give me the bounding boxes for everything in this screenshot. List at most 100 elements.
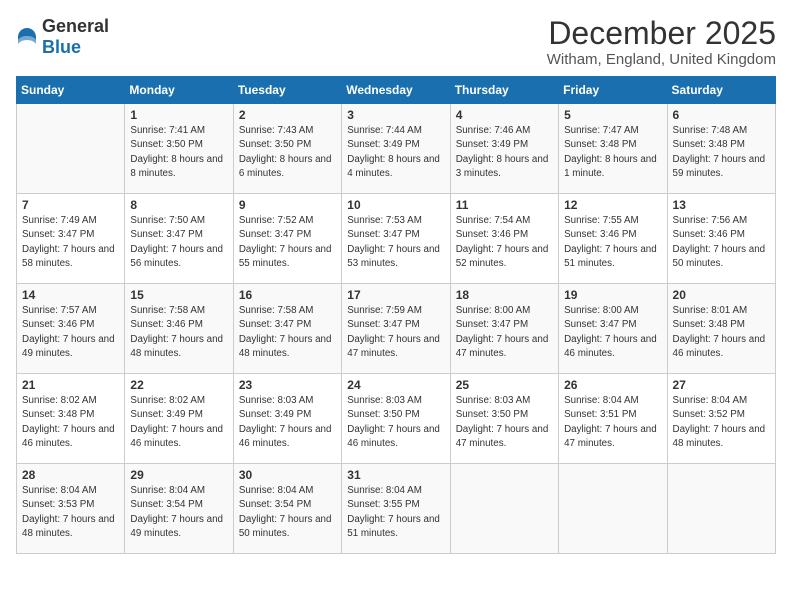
day-number: 10 xyxy=(347,198,444,212)
calendar-body: 1 Sunrise: 7:41 AMSunset: 3:50 PMDaylight… xyxy=(17,104,776,554)
calendar-cell: 16 Sunrise: 7:58 AMSunset: 3:47 PMDayligh… xyxy=(233,284,341,374)
day-number: 17 xyxy=(347,288,444,302)
calendar-cell: 29 Sunrise: 8:04 AMSunset: 3:54 PMDayligh… xyxy=(125,464,233,554)
day-number: 26 xyxy=(564,378,661,392)
weekday-header-cell: Wednesday xyxy=(342,77,450,104)
day-info: Sunrise: 8:04 AMSunset: 3:51 PMDaylight:… xyxy=(564,394,661,451)
day-number: 22 xyxy=(130,378,227,392)
day-number: 25 xyxy=(456,378,553,392)
day-number: 28 xyxy=(22,468,119,482)
day-number: 15 xyxy=(130,288,227,302)
calendar-week-row: 28 Sunrise: 8:04 AMSunset: 3:53 PMDayligh… xyxy=(17,464,776,554)
calendar-cell: 18Sunrise: 8:00 AMSunset: 3:47 PMDayligh… xyxy=(450,284,558,374)
day-info: Sunrise: 8:03 AMSunset: 3:50 PMDaylight:… xyxy=(456,394,553,451)
day-info: Sunrise: 7:52 AMSunset: 3:47 PMDaylight:… xyxy=(239,214,336,271)
day-info: Sunrise: 8:04 AMSunset: 3:55 PMDaylight:… xyxy=(347,484,444,541)
weekday-header-cell: Sunday xyxy=(17,77,125,104)
day-number: 5 xyxy=(564,108,661,122)
day-info: Sunrise: 8:03 AMSunset: 3:49 PMDaylight:… xyxy=(239,394,336,451)
calendar-cell: 17Sunrise: 7:59 AMSunset: 3:47 PMDayligh… xyxy=(342,284,450,374)
day-info: Sunrise: 7:49 AMSunset: 3:47 PMDaylight:… xyxy=(22,214,119,271)
day-number: 30 xyxy=(239,468,336,482)
calendar-cell: 13Sunrise: 7:56 AMSunset: 3:46 PMDayligh… xyxy=(667,194,775,284)
calendar-cell: 5 Sunrise: 7:47 AMSunset: 3:48 PMDaylight… xyxy=(559,104,667,194)
day-info: Sunrise: 7:58 AMSunset: 3:46 PMDaylight:… xyxy=(130,304,227,361)
day-info: Sunrise: 8:04 AMSunset: 3:54 PMDaylight:… xyxy=(130,484,227,541)
calendar-week-row: 14 Sunrise: 7:57 AMSunset: 3:46 PMDayligh… xyxy=(17,284,776,374)
calendar-cell xyxy=(667,464,775,554)
calendar-cell xyxy=(17,104,125,194)
month-title: December 2025 xyxy=(547,16,776,51)
day-number: 16 xyxy=(239,288,336,302)
day-number: 27 xyxy=(673,378,770,392)
calendar-cell: 1 Sunrise: 7:41 AMSunset: 3:50 PMDaylight… xyxy=(125,104,233,194)
calendar-cell: 6Sunrise: 7:48 AMSunset: 3:48 PMDaylight… xyxy=(667,104,775,194)
calendar-cell: 12 Sunrise: 7:55 AMSunset: 3:46 PMDayligh… xyxy=(559,194,667,284)
calendar-cell: 21 Sunrise: 8:02 AMSunset: 3:48 PMDayligh… xyxy=(17,374,125,464)
day-info: Sunrise: 7:47 AMSunset: 3:48 PMDaylight:… xyxy=(564,124,661,181)
day-number: 9 xyxy=(239,198,336,212)
day-info: Sunrise: 7:55 AMSunset: 3:46 PMDaylight:… xyxy=(564,214,661,271)
calendar-cell: 23 Sunrise: 8:03 AMSunset: 3:49 PMDayligh… xyxy=(233,374,341,464)
day-info: Sunrise: 7:44 AMSunset: 3:49 PMDaylight:… xyxy=(347,124,444,181)
day-number: 1 xyxy=(130,108,227,122)
day-number: 31 xyxy=(347,468,444,482)
day-info: Sunrise: 7:50 AMSunset: 3:47 PMDaylight:… xyxy=(130,214,227,271)
day-info: Sunrise: 7:53 AMSunset: 3:47 PMDaylight:… xyxy=(347,214,444,271)
logo-text: General Blue xyxy=(42,16,109,58)
day-info: Sunrise: 7:58 AMSunset: 3:47 PMDaylight:… xyxy=(239,304,336,361)
day-info: Sunrise: 8:02 AMSunset: 3:49 PMDaylight:… xyxy=(130,394,227,451)
calendar-cell xyxy=(450,464,558,554)
calendar-cell: 19 Sunrise: 8:00 AMSunset: 3:47 PMDayligh… xyxy=(559,284,667,374)
day-number: 21 xyxy=(22,378,119,392)
day-number: 3 xyxy=(347,108,444,122)
day-number: 24 xyxy=(347,378,444,392)
calendar-week-row: 7Sunrise: 7:49 AMSunset: 3:47 PMDaylight… xyxy=(17,194,776,284)
weekday-header-row: SundayMondayTuesdayWednesdayThursdayFrid… xyxy=(17,77,776,104)
day-info: Sunrise: 7:54 AMSunset: 3:46 PMDaylight:… xyxy=(456,214,553,271)
day-number: 8 xyxy=(130,198,227,212)
weekday-header-cell: Tuesday xyxy=(233,77,341,104)
day-number: 11 xyxy=(456,198,553,212)
day-info: Sunrise: 8:00 AMSunset: 3:47 PMDaylight:… xyxy=(456,304,553,361)
calendar-cell: 20Sunrise: 8:01 AMSunset: 3:48 PMDayligh… xyxy=(667,284,775,374)
calendar-week-row: 1 Sunrise: 7:41 AMSunset: 3:50 PMDaylight… xyxy=(17,104,776,194)
day-info: Sunrise: 7:57 AMSunset: 3:46 PMDaylight:… xyxy=(22,304,119,361)
calendar-cell: 4Sunrise: 7:46 AMSunset: 3:49 PMDaylight… xyxy=(450,104,558,194)
day-info: Sunrise: 8:02 AMSunset: 3:48 PMDaylight:… xyxy=(22,394,119,451)
logo-icon xyxy=(16,26,38,48)
day-info: Sunrise: 8:04 AMSunset: 3:53 PMDaylight:… xyxy=(22,484,119,541)
day-info: Sunrise: 7:41 AMSunset: 3:50 PMDaylight:… xyxy=(130,124,227,181)
calendar-cell: 14 Sunrise: 7:57 AMSunset: 3:46 PMDayligh… xyxy=(17,284,125,374)
day-number: 12 xyxy=(564,198,661,212)
calendar-cell xyxy=(559,464,667,554)
day-number: 2 xyxy=(239,108,336,122)
weekday-header-cell: Monday xyxy=(125,77,233,104)
day-info: Sunrise: 8:01 AMSunset: 3:48 PMDaylight:… xyxy=(673,304,770,361)
calendar-cell: 31 Sunrise: 8:04 AMSunset: 3:55 PMDayligh… xyxy=(342,464,450,554)
calendar-cell: 26 Sunrise: 8:04 AMSunset: 3:51 PMDayligh… xyxy=(559,374,667,464)
title-block: December 2025 Witham, England, United Ki… xyxy=(547,16,776,68)
calendar-cell: 8 Sunrise: 7:50 AMSunset: 3:47 PMDaylight… xyxy=(125,194,233,284)
day-info: Sunrise: 7:48 AMSunset: 3:48 PMDaylight:… xyxy=(673,124,770,181)
calendar-cell: 10 Sunrise: 7:53 AMSunset: 3:47 PMDayligh… xyxy=(342,194,450,284)
calendar-cell: 2 Sunrise: 7:43 AMSunset: 3:50 PMDaylight… xyxy=(233,104,341,194)
day-number: 4 xyxy=(456,108,553,122)
day-info: Sunrise: 7:56 AMSunset: 3:46 PMDaylight:… xyxy=(673,214,770,271)
calendar-cell: 28 Sunrise: 8:04 AMSunset: 3:53 PMDayligh… xyxy=(17,464,125,554)
day-number: 14 xyxy=(22,288,119,302)
location-title: Witham, England, United Kingdom xyxy=(547,51,776,68)
calendar-cell: 27 Sunrise: 8:04 AMSunset: 3:52 PMDayligh… xyxy=(667,374,775,464)
day-info: Sunrise: 8:00 AMSunset: 3:47 PMDaylight:… xyxy=(564,304,661,361)
calendar-cell: 15 Sunrise: 7:58 AMSunset: 3:46 PMDayligh… xyxy=(125,284,233,374)
day-info: Sunrise: 8:04 AMSunset: 3:52 PMDaylight:… xyxy=(673,394,770,451)
page-header: General Blue December 2025 Witham, Engla… xyxy=(16,16,776,68)
calendar-cell: 25 Sunrise: 8:03 AMSunset: 3:50 PMDayligh… xyxy=(450,374,558,464)
day-number: 29 xyxy=(130,468,227,482)
weekday-header-cell: Friday xyxy=(559,77,667,104)
logo: General Blue xyxy=(16,16,109,58)
day-info: Sunrise: 7:43 AMSunset: 3:50 PMDaylight:… xyxy=(239,124,336,181)
day-number: 23 xyxy=(239,378,336,392)
day-number: 19 xyxy=(564,288,661,302)
calendar-week-row: 21 Sunrise: 8:02 AMSunset: 3:48 PMDayligh… xyxy=(17,374,776,464)
